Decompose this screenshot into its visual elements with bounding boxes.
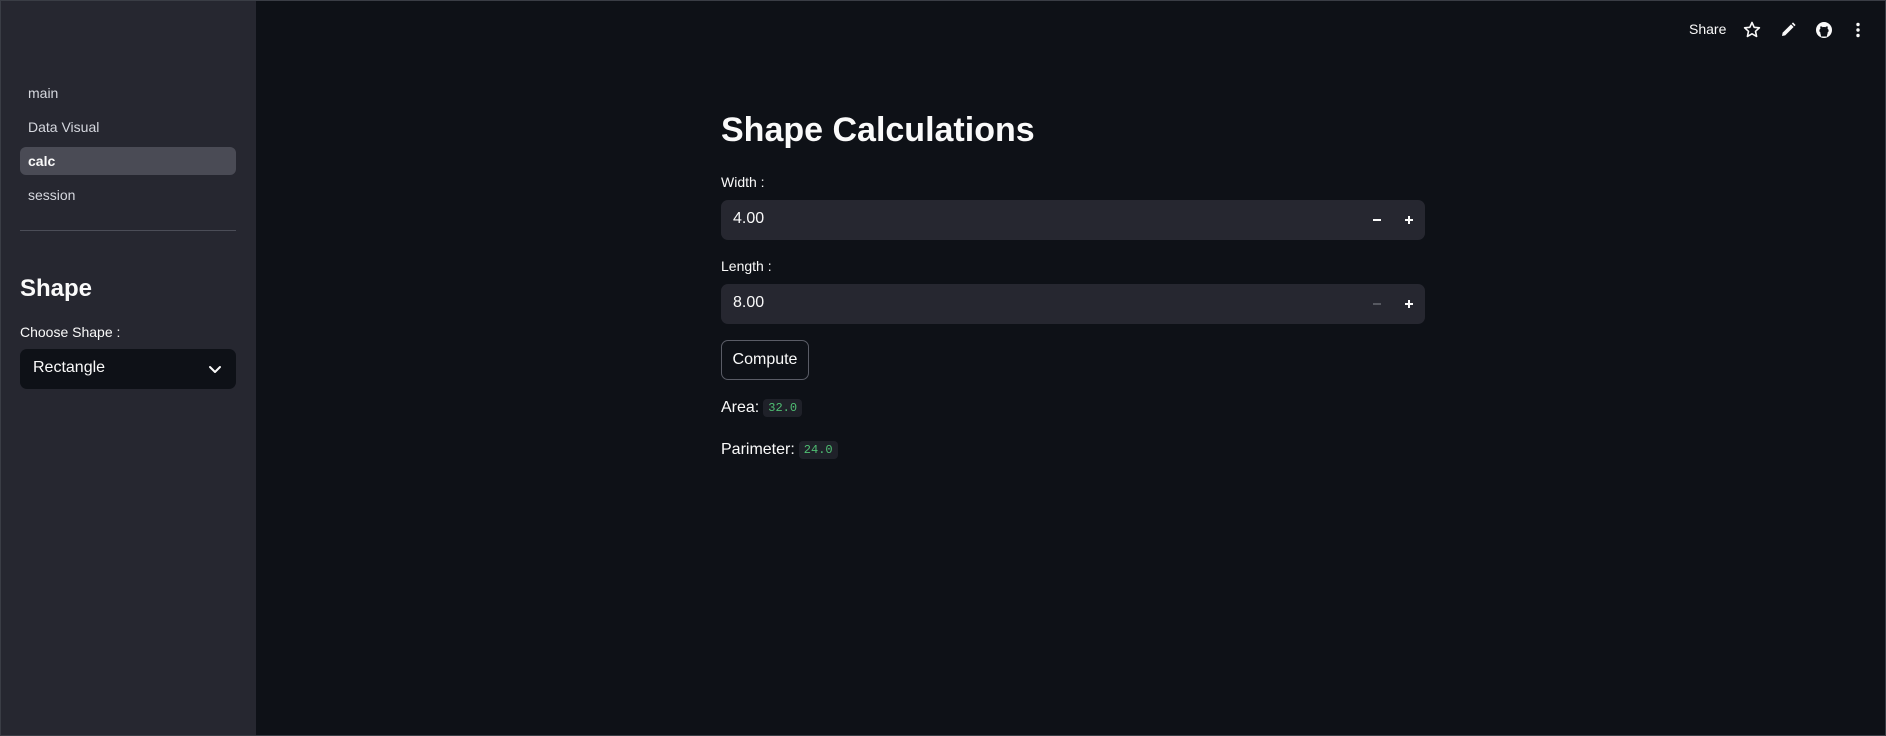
sidebar-divider bbox=[20, 230, 236, 231]
sidebar: main Data Visual calc session Shape Choo… bbox=[1, 1, 256, 735]
area-result: Area: 32.0 bbox=[721, 399, 803, 417]
width-decrement-button[interactable] bbox=[1361, 200, 1393, 240]
nav-item-calc[interactable]: calc bbox=[20, 147, 236, 175]
width-input[interactable]: 4.00 bbox=[721, 200, 1425, 240]
pencil-icon[interactable] bbox=[1778, 20, 1798, 40]
share-button[interactable]: Share bbox=[1689, 21, 1726, 37]
plus-icon bbox=[1405, 216, 1413, 224]
page-title: Shape Calculations bbox=[721, 111, 1035, 149]
sidebar-header: Shape bbox=[20, 275, 93, 302]
perimeter-label: Parimeter: bbox=[721, 441, 795, 458]
width-value: 4.00 bbox=[733, 210, 765, 227]
area-label: Area: bbox=[721, 399, 760, 416]
minus-icon bbox=[1373, 219, 1381, 221]
shape-select[interactable]: Rectangle bbox=[20, 349, 236, 389]
width-increment-button[interactable] bbox=[1393, 200, 1425, 240]
width-label: Width : bbox=[721, 174, 765, 190]
length-increment-button[interactable] bbox=[1393, 284, 1425, 324]
shape-select-value: Rectangle bbox=[33, 359, 106, 376]
page-nav: main Data Visual calc session bbox=[20, 79, 236, 215]
area-value: 32.0 bbox=[763, 399, 803, 417]
shape-select-label: Choose Shape : bbox=[20, 324, 121, 340]
length-label: Length : bbox=[721, 258, 772, 274]
plus-icon bbox=[1405, 300, 1413, 308]
compute-button[interactable]: Compute bbox=[721, 340, 809, 380]
length-decrement-button[interactable] bbox=[1361, 284, 1393, 324]
length-value: 8.00 bbox=[733, 294, 765, 311]
app-window: main Data Visual calc session Shape Choo… bbox=[0, 0, 1886, 736]
length-input[interactable]: 8.00 bbox=[721, 284, 1425, 324]
more-vertical-icon[interactable] bbox=[1848, 20, 1868, 40]
minus-icon bbox=[1373, 303, 1381, 305]
perimeter-value: 24.0 bbox=[798, 441, 838, 459]
chevron-down-icon bbox=[209, 366, 221, 373]
nav-item-session[interactable]: session bbox=[20, 181, 236, 209]
github-icon[interactable] bbox=[1814, 20, 1834, 40]
star-icon[interactable] bbox=[1742, 20, 1762, 40]
perimeter-result: Parimeter: 24.0 bbox=[721, 441, 838, 459]
nav-item-main[interactable]: main bbox=[20, 79, 236, 107]
nav-item-data-visual[interactable]: Data Visual bbox=[20, 113, 236, 141]
